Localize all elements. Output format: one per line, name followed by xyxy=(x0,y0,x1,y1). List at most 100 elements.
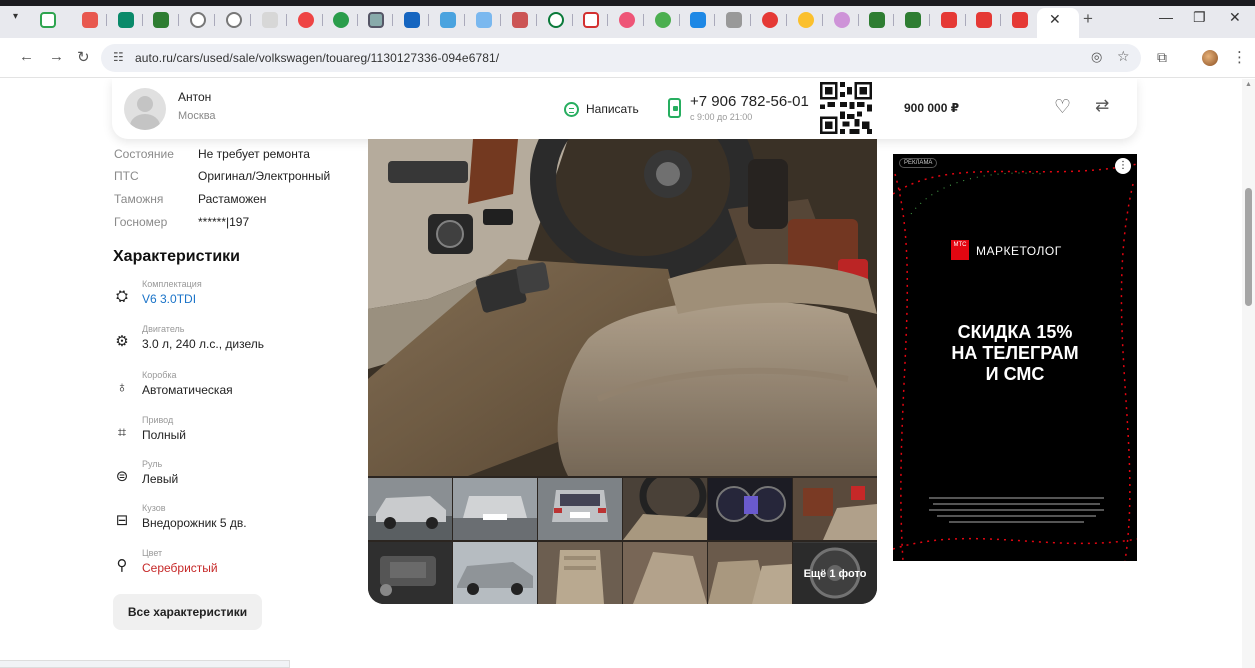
characteristic-label: Привод xyxy=(142,415,174,425)
tab-divider xyxy=(464,14,465,26)
tab-strip: ▾ ✕ + — ❐ ✕ xyxy=(0,0,1255,38)
scroll-up-arrow-icon[interactable]: ▲ xyxy=(1245,81,1252,88)
tab-divider xyxy=(178,14,179,26)
gallery-thumbnail[interactable] xyxy=(623,478,707,540)
reload-icon[interactable]: ↻ xyxy=(77,48,90,66)
tab-favicon[interactable] xyxy=(726,12,742,28)
tab-favicon[interactable] xyxy=(869,12,885,28)
tab-favicon[interactable] xyxy=(834,12,850,28)
gallery-thumbnail[interactable] xyxy=(538,478,622,540)
tab-divider xyxy=(929,14,930,26)
tab-favicon[interactable] xyxy=(368,12,384,28)
engine-icon: ⚙ xyxy=(115,333,129,350)
write-message-button[interactable]: Написать xyxy=(564,99,639,119)
gallery-thumbnail[interactable] xyxy=(708,542,792,604)
tab-favicon[interactable] xyxy=(404,12,420,28)
back-icon[interactable]: ← xyxy=(19,48,34,65)
tab-favicon[interactable] xyxy=(82,12,98,28)
characteristic-color: ⚲ Цвет Серебристый xyxy=(112,548,352,582)
bookmark-star-icon[interactable]: ☆ xyxy=(1117,48,1130,65)
characteristic-value: Внедорожник 5 дв. xyxy=(142,516,247,530)
phone-number[interactable]: +7 906 782-56-01 xyxy=(690,93,809,110)
tab-favicon[interactable] xyxy=(226,12,242,28)
tab-favicon[interactable] xyxy=(976,12,992,28)
gallery-thumbnail[interactable] xyxy=(793,478,877,540)
address-bar[interactable]: ☷ auto.ru/cars/used/sale/volkswagen/toua… xyxy=(101,44,1141,72)
car-body-icon: ⊟ xyxy=(115,512,129,529)
close-window-icon[interactable]: ✕ xyxy=(1229,9,1241,26)
eye-off-icon[interactable]: ◎ xyxy=(1091,49,1102,65)
ad-more-icon[interactable]: ⋮ xyxy=(1115,158,1131,174)
spec-value: ******|197 xyxy=(198,215,250,229)
tab-favicon[interactable] xyxy=(655,12,671,28)
tab-favicon[interactable] xyxy=(333,12,349,28)
ad-label: РЕКЛАМА xyxy=(899,158,938,168)
gallery-thumbnail[interactable] xyxy=(623,542,707,604)
site-info-icon[interactable]: ☷ xyxy=(113,50,124,64)
tab-favicon[interactable] xyxy=(40,12,56,28)
gallery-thumbnail[interactable] xyxy=(708,478,792,540)
tab-favicon[interactable] xyxy=(153,12,169,28)
page-scrollbar[interactable]: ▲ xyxy=(1242,79,1255,668)
url-text[interactable]: auto.ru/cars/used/sale/volkswagen/touare… xyxy=(135,51,499,65)
tab-divider xyxy=(1000,14,1001,26)
gallery-thumbnail[interactable] xyxy=(368,478,452,540)
tab-favicon[interactable] xyxy=(941,12,957,28)
trim-link[interactable]: V6 3.0TDI xyxy=(142,292,196,306)
profile-avatar[interactable] xyxy=(1202,50,1218,66)
tab-divider xyxy=(286,14,287,26)
listing-price: 900 000 ₽ xyxy=(904,101,960,115)
tab-favicon[interactable] xyxy=(690,12,706,28)
tab-favicon[interactable] xyxy=(905,12,921,28)
tab-favicon[interactable] xyxy=(118,12,134,28)
tab-favicon[interactable] xyxy=(762,12,778,28)
scrollbar-thumb[interactable] xyxy=(1245,188,1252,306)
tab-favicon[interactable] xyxy=(548,12,564,28)
tab-search-icon[interactable]: ▾ xyxy=(13,11,18,22)
seller-name[interactable]: Антон xyxy=(178,90,211,104)
compare-arrows-icon[interactable]: ⇄ xyxy=(1095,96,1109,116)
tab-divider xyxy=(858,14,859,26)
seller-avatar[interactable] xyxy=(124,88,166,130)
spec-value: Оригинал/Электронный xyxy=(198,169,331,183)
gearbox-icon: ♁ xyxy=(116,379,128,396)
browser-menu-icon[interactable]: ⋮ xyxy=(1232,48,1247,66)
tab-divider xyxy=(392,14,393,26)
more-photos-button[interactable]: Ещё 1 фото xyxy=(793,543,877,604)
tab-favicon[interactable] xyxy=(1012,12,1028,28)
gallery-thumbnail[interactable] xyxy=(453,542,537,604)
tab-favicon[interactable] xyxy=(298,12,314,28)
mts-logo: МТС xyxy=(951,240,969,260)
maximize-icon[interactable]: ❐ xyxy=(1193,9,1206,26)
forward-icon[interactable]: → xyxy=(49,48,64,65)
tab-divider xyxy=(536,14,537,26)
tab-favicon[interactable] xyxy=(619,12,635,28)
extensions-icon[interactable]: ⧉ xyxy=(1157,49,1167,66)
characteristic-value: 3.0 л, 240 л.с., дизель xyxy=(142,337,264,351)
main-photo[interactable] xyxy=(368,139,877,476)
close-tab-icon[interactable]: ✕ xyxy=(1049,11,1061,28)
tab-favicon[interactable] xyxy=(190,12,206,28)
tab-divider xyxy=(428,14,429,26)
spec-key: Таможня xyxy=(114,192,164,206)
characteristic-value: Автоматическая xyxy=(142,383,233,397)
characteristic-label: Двигатель xyxy=(142,324,185,334)
ad-brand: МАРКЕТОЛОГ xyxy=(976,244,1062,258)
ad-banner[interactable]: РЕКЛАМА ⋮ МТС МАРКЕТОЛОГ СКИДКА 15% НА Т… xyxy=(893,154,1137,561)
tab-divider xyxy=(679,14,680,26)
tab-favicon[interactable] xyxy=(798,12,814,28)
characteristic-label: Цвет xyxy=(142,548,163,558)
tab-favicon[interactable] xyxy=(512,12,528,28)
new-tab-icon[interactable]: + xyxy=(1083,9,1093,29)
minimize-icon[interactable]: — xyxy=(1159,9,1173,25)
all-characteristics-button[interactable]: Все характеристики xyxy=(113,594,262,630)
gallery-thumbnail[interactable] xyxy=(453,478,537,540)
gallery-thumbnail[interactable] xyxy=(368,542,452,604)
seller-contact-bar: Антон Москва Написать +7 906 782-56-01 с… xyxy=(112,79,1137,139)
tab-favicon[interactable] xyxy=(583,12,599,28)
tab-favicon[interactable] xyxy=(440,12,456,28)
favorite-heart-icon[interactable]: ♡ xyxy=(1054,96,1071,119)
gallery-thumbnail[interactable] xyxy=(538,542,622,604)
tab-favicon[interactable] xyxy=(476,12,492,28)
tab-favicon[interactable] xyxy=(262,12,278,28)
